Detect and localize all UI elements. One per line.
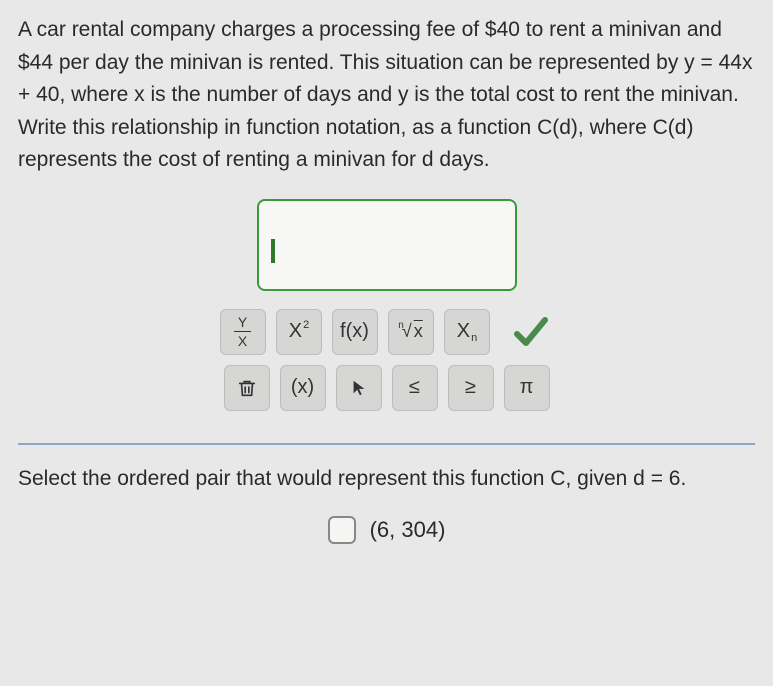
submit-button[interactable] [508, 309, 554, 355]
subscript-index: n [471, 332, 477, 344]
fraction-numerator: Y [234, 315, 251, 332]
root-index: n [398, 320, 404, 331]
fraction-button[interactable]: Y X [220, 309, 266, 355]
exponent-power: 2 [303, 319, 309, 331]
question-text: A car rental company charges a processin… [18, 14, 755, 177]
delete-button[interactable] [224, 365, 270, 411]
section-divider [18, 443, 755, 445]
exponent-button[interactable]: X2 [276, 309, 322, 355]
checkbox-icon[interactable] [328, 516, 356, 544]
fraction-denominator: X [234, 332, 251, 348]
exponent-base: X [289, 320, 302, 343]
followup-text: Select the ordered pair that would repre… [18, 463, 755, 495]
math-toolbar-row-1: Y X X2 f(x) n √ x Xn [220, 309, 554, 355]
text-cursor [271, 239, 275, 263]
option-label: (6, 304) [370, 517, 446, 543]
parentheses-label: (x) [291, 376, 314, 399]
pi-label: π [520, 376, 534, 399]
pointer-icon [350, 379, 368, 397]
greater-equal-button[interactable]: ≥ [448, 365, 494, 411]
less-equal-label: ≤ [409, 376, 420, 399]
greater-equal-label: ≥ [465, 376, 476, 399]
answer-option-1[interactable]: (6, 304) [18, 516, 755, 544]
subscript-base: X [457, 320, 470, 343]
pointer-button[interactable] [336, 365, 382, 411]
function-label: f(x) [340, 320, 369, 343]
checkmark-icon [511, 312, 551, 352]
pi-button[interactable]: π [504, 365, 550, 411]
nth-root-button[interactable]: n √ x [388, 309, 434, 355]
subscript-button[interactable]: Xn [444, 309, 490, 355]
parentheses-button[interactable]: (x) [280, 365, 326, 411]
math-toolbar-row-2: (x) ≤ ≥ π [224, 365, 550, 411]
answer-input-area: Y X X2 f(x) n √ x Xn [18, 199, 755, 421]
root-arg: x [412, 321, 423, 342]
trash-icon [236, 377, 258, 399]
function-button[interactable]: f(x) [332, 309, 378, 355]
answer-input[interactable] [257, 199, 517, 291]
less-equal-button[interactable]: ≤ [392, 365, 438, 411]
